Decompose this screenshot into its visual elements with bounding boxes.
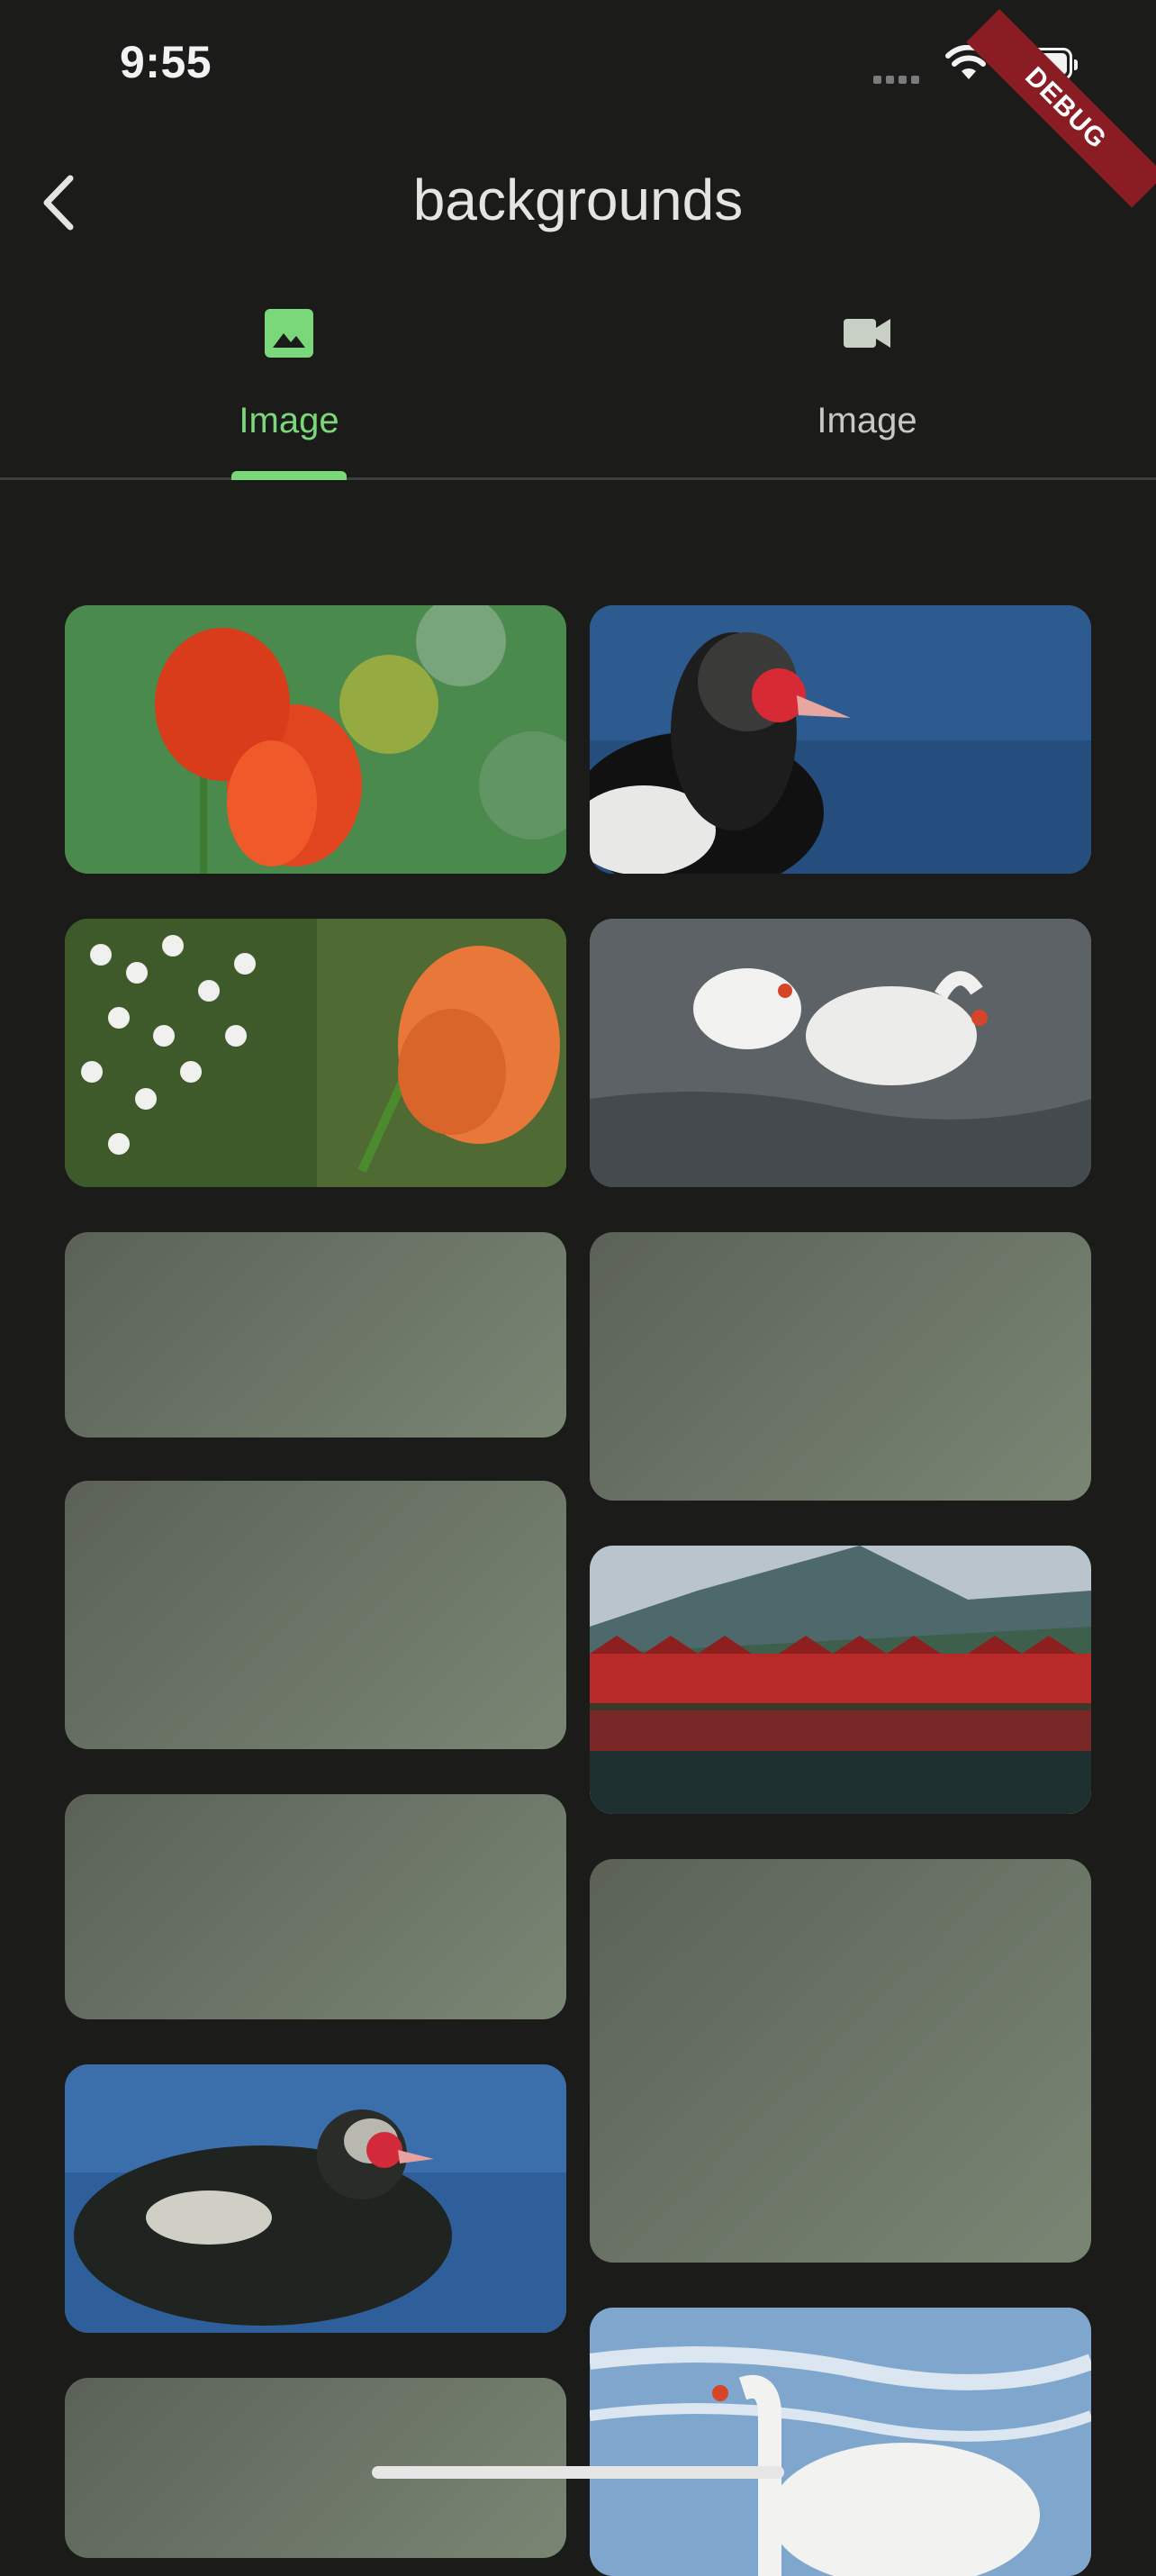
grid-image-rose[interactable] (65, 919, 566, 1187)
tab-image[interactable]: Image (0, 297, 578, 477)
page-title: backgrounds (412, 168, 744, 232)
duck-image (590, 605, 1091, 874)
grid-placeholder[interactable] (65, 1232, 566, 1438)
grid-placeholder[interactable] (590, 1859, 1091, 2263)
duck-image (65, 2064, 566, 2333)
status-time: 9:55 (120, 37, 212, 87)
tab-divider (0, 477, 1156, 480)
tab-label: Image (239, 401, 339, 440)
grid-image-tulips[interactable] (65, 605, 566, 874)
image-icon (265, 309, 313, 358)
tulips-image (65, 605, 566, 874)
grid-image-swans[interactable] (590, 919, 1091, 1187)
tab-label: Image (817, 401, 917, 440)
swan-image (590, 2308, 1091, 2576)
home-indicator[interactable] (372, 2466, 784, 2479)
grid-image-duck-2[interactable] (65, 2064, 566, 2333)
rose-image (65, 919, 566, 1187)
grid-image-boathouses[interactable] (590, 1546, 1091, 1814)
grid-placeholder[interactable] (65, 1481, 566, 1749)
grid-image-swan[interactable] (590, 2308, 1091, 2576)
signal-icon (873, 72, 927, 84)
swans-image (590, 919, 1091, 1187)
boathouses-image (590, 1546, 1091, 1814)
videocam-icon (844, 319, 890, 348)
grid-image-duck[interactable] (590, 605, 1091, 874)
tab-indicator (231, 471, 347, 480)
grid-placeholder[interactable] (590, 1232, 1091, 1501)
tab-video[interactable]: Image (578, 297, 1156, 477)
grid-placeholder[interactable] (65, 1794, 566, 2019)
